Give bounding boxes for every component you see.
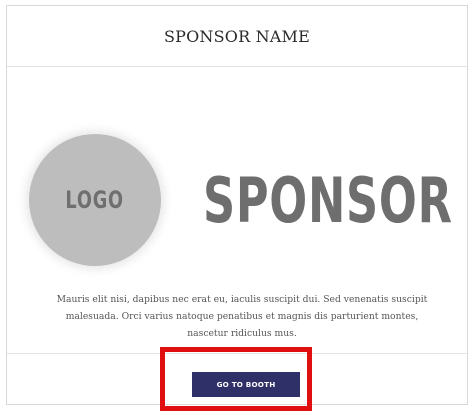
sponsor-description: Mauris elit nisi, dapibus nec erat eu, i… bbox=[56, 294, 428, 339]
sponsor-wordmark: SPONSOR bbox=[203, 164, 453, 237]
sponsor-logo-placeholder: LOGO bbox=[29, 134, 161, 266]
sponsor-name-header: SPONSOR NAME bbox=[7, 6, 467, 67]
logo-placeholder-text: LOGO bbox=[65, 186, 125, 214]
card-footer-divider bbox=[7, 353, 467, 354]
sponsor-name-title: SPONSOR NAME bbox=[163, 26, 311, 46]
go-to-booth-button[interactable]: GO TO BOOTH bbox=[192, 372, 300, 397]
sponsor-card: SPONSOR NAME LOGO SPONSOR Mauris elit ni… bbox=[6, 5, 468, 405]
